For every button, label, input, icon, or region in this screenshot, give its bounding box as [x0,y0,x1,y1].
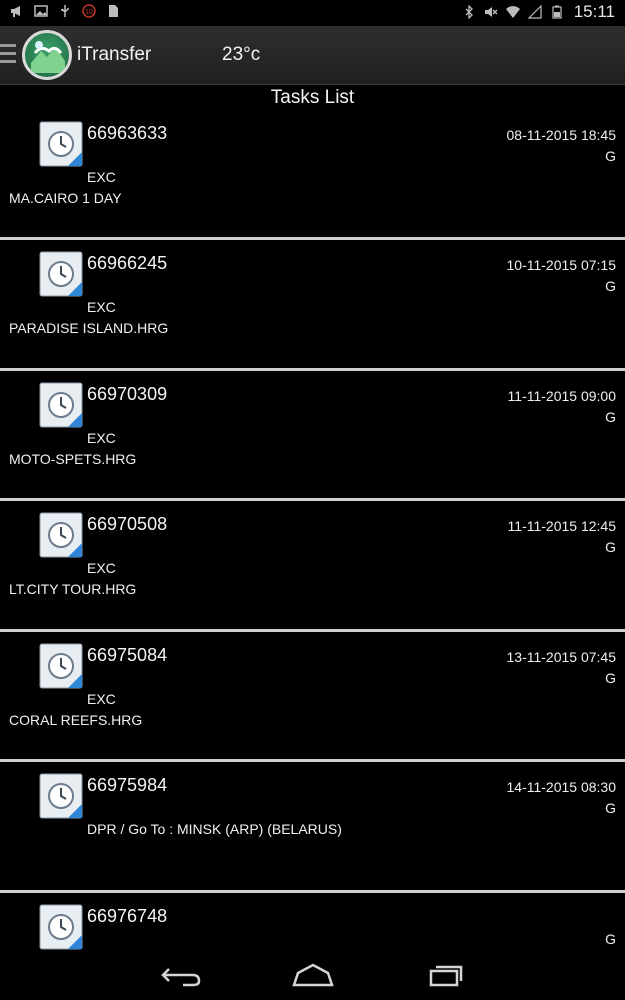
clock-document-icon [39,121,83,167]
task-row[interactable]: 66966245 10-11-2015 07:15 G EXC PARADISE… [0,242,625,369]
task-flag: G [605,409,616,425]
clock-document-icon [39,512,83,558]
home-icon[interactable] [288,961,338,989]
app-title: iTransfer [77,44,152,65]
task-type: EXC [87,691,116,707]
clock-document-icon [39,643,83,689]
back-icon[interactable] [155,961,205,989]
task-row[interactable]: 66976748 G [0,895,625,951]
divider [0,368,625,371]
task-number: 66975984 [87,775,168,795]
menu-icon[interactable] [0,44,16,68]
task-location: MOTO-SPETS.HRG [9,451,137,467]
status-time: 15:11 [573,2,615,21]
clock-document-icon [39,382,83,428]
signal-icon [527,5,542,19]
navigation-bar [0,951,625,1000]
task-row[interactable]: 66963633 08-11-2015 18:45 G EXC MA.CAIRO… [0,112,625,239]
divider [0,498,625,501]
wifi-icon [505,6,520,18]
megaphone-icon [11,6,20,17]
task-number: 66970508 [87,514,168,534]
app-logo-icon[interactable] [22,30,72,80]
task-type: EXC [87,560,116,576]
page-title: Tasks List [270,87,355,108]
task-number: 66975084 [87,645,168,665]
task-row[interactable]: 66970309 11-11-2015 09:00 G EXC MOTO-SPE… [0,373,625,500]
app-bar: iTransfer 23°c [0,26,625,85]
task-type: EXC [87,430,116,446]
task-flag: G [605,931,616,947]
task-number: 66970309 [87,384,168,404]
battery-icon [552,5,562,19]
task-datetime: 11-11-2015 12:45 [507,518,616,534]
task-datetime: 14-11-2015 08:30 [506,779,617,795]
clock-document-icon [39,904,83,950]
task-location: PARADISE ISLAND.HRG [9,320,169,336]
task-type: DPR / Go To : MINSK (ARP) (BELARUS) [87,821,342,837]
task-datetime: 13-11-2015 07:45 [506,649,617,665]
recents-icon[interactable] [421,961,471,989]
svg-text:10: 10 [85,9,93,16]
task-flag: G [605,148,616,164]
task-datetime: 11-11-2015 09:00 [507,388,616,404]
task-row[interactable]: 66975084 13-11-2015 07:45 G EXC CORAL RE… [0,634,625,761]
alarm-badge-icon: 10 [82,4,96,18]
task-datetime: 08-11-2015 18:45 [506,127,617,143]
usb-icon [61,5,69,17]
mute-icon [484,7,498,17]
task-flag: G [605,670,616,686]
status-bar: 10 15:11 [0,0,625,26]
task-row[interactable]: 66970508 11-11-2015 12:45 G EXC LT.CITY … [0,503,625,630]
sd-card-icon [109,5,118,17]
task-location: MA.CAIRO 1 DAY [9,190,122,206]
task-location: LT.CITY TOUR.HRG [9,581,137,597]
task-datetime: 10-11-2015 07:15 [506,257,617,273]
divider [0,890,625,893]
divider [0,237,625,240]
task-flag: G [605,539,616,555]
task-flag: G [605,800,616,816]
divider [0,759,625,762]
task-number: 66966245 [87,253,168,273]
task-row[interactable]: 66975984 14-11-2015 08:30 G DPR / Go To … [0,764,625,891]
clock-document-icon [39,773,83,819]
divider [0,629,625,632]
task-number: 66976748 [87,906,168,926]
task-type: EXC [87,299,116,315]
clock-document-icon [39,251,83,297]
image-icon [34,5,48,17]
task-location: CORAL REEFS.HRG [9,712,143,728]
bluetooth-icon [465,5,473,19]
task-type: EXC [87,169,116,185]
task-number: 66963633 [87,123,168,143]
task-flag: G [605,278,616,294]
temperature: 23°c [222,44,261,65]
